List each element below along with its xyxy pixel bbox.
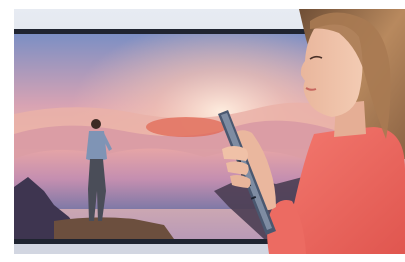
photo-frame (14, 9, 405, 254)
photo (14, 9, 405, 254)
